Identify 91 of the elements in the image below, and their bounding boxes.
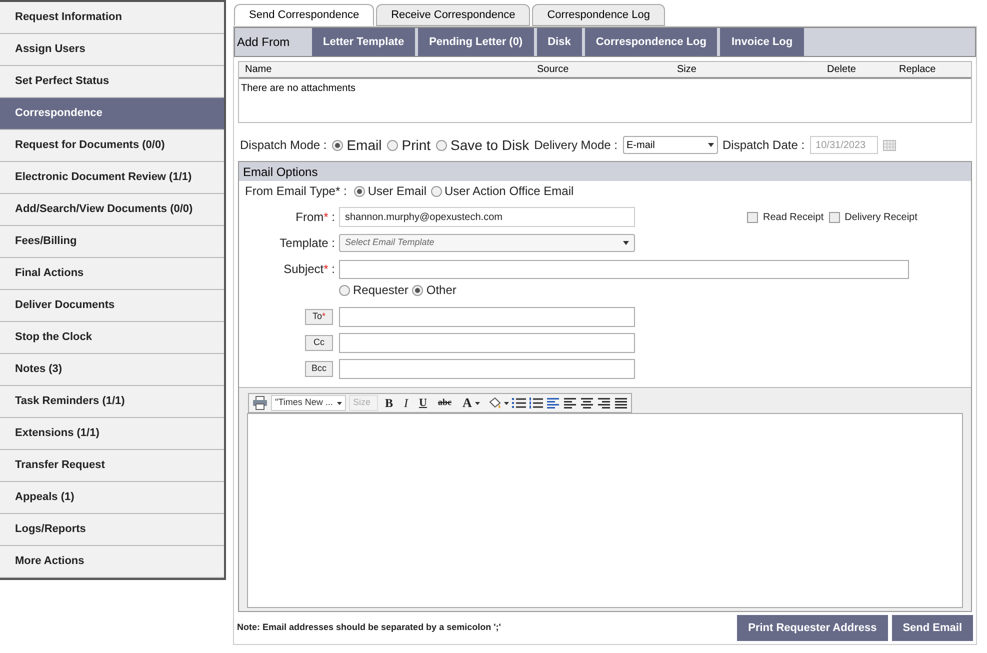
checkbox[interactable]: [828, 212, 840, 222]
empty-message: There are no attachments: [240, 82, 357, 96]
sidebar-item[interactable]: More Actions: [0, 546, 224, 578]
dispatch-mode-label: Dispatch Mode :: [240, 137, 327, 154]
strikethrough-button[interactable]: abc: [434, 394, 456, 412]
address-field[interactable]: [339, 307, 635, 327]
address-book-button[interactable]: Cc: [305, 335, 333, 351]
bullet-list-icon[interactable]: [512, 397, 526, 409]
sidebar-item[interactable]: Add/Search/View Documents (0/0): [0, 194, 224, 226]
sidebar-item[interactable]: Extensions (1/1): [0, 418, 224, 450]
bold-button[interactable]: B: [381, 394, 398, 412]
radio-label: User Email: [368, 183, 426, 200]
from-field[interactable]: shannon.murphy@opexustech.com: [339, 207, 635, 227]
dropdown-arrow-icon: [708, 143, 714, 147]
checkbox-label: Read Receipt: [763, 210, 824, 224]
address-book-button[interactable]: Bcc: [305, 361, 333, 377]
from-email-type-label: From Email Type* :: [245, 183, 347, 200]
template-label: Template :: [278, 235, 336, 252]
column-header: Replace: [898, 63, 937, 77]
tab[interactable]: Send Correspondence: [234, 4, 374, 26]
sidebar-item[interactable]: Notes (3): [0, 354, 224, 386]
sidebar-item[interactable]: Assign Users: [0, 34, 224, 66]
sidebar-item[interactable]: Task Reminders (1/1): [0, 386, 224, 418]
font-color-button[interactable]: A: [458, 394, 484, 412]
sidebar-item[interactable]: Logs/Reports: [0, 514, 224, 546]
align-left-icon[interactable]: [546, 397, 560, 409]
paint-bucket-icon[interactable]: [486, 396, 509, 410]
delivery-mode-select[interactable]: E-mail: [622, 136, 718, 154]
add-from-button[interactable]: Correspondence Log: [584, 28, 718, 56]
radio-label: Requester: [353, 282, 408, 299]
radio-label: User Action Office Email: [444, 183, 574, 200]
italic-button[interactable]: I: [400, 394, 412, 412]
radio-button[interactable]: [412, 284, 424, 296]
sidebar-item[interactable]: Fees/Billing: [0, 226, 224, 258]
note-text: Note: Email addresses should be separated by a semicolon ';': [237, 621, 501, 634]
radio-label: Print: [402, 136, 431, 154]
add-from-label: Add From: [236, 34, 291, 51]
font-select[interactable]: "Times New ...: [271, 395, 346, 411]
align-right-icon[interactable]: [596, 397, 611, 409]
sidebar-item[interactable]: Appeals (1): [0, 482, 224, 514]
sidebar-item[interactable]: Request Information: [0, 2, 224, 34]
radio-label: Save to Disk: [450, 136, 530, 154]
address-field[interactable]: [339, 333, 635, 353]
dropdown-arrow-icon: [623, 241, 629, 245]
tab[interactable]: Correspondence Log: [532, 4, 665, 26]
radio-button[interactable]: [332, 140, 343, 150]
sidebar-item[interactable]: Final Actions: [0, 258, 224, 290]
radio-button[interactable]: [436, 140, 447, 150]
caret-icon: [474, 402, 480, 404]
add-from-button[interactable]: Letter Template: [312, 28, 416, 56]
numbered-list-icon[interactable]: [528, 397, 543, 409]
column-header: Name: [244, 63, 273, 77]
radio-label: Other: [426, 282, 456, 299]
address-field[interactable]: [339, 359, 635, 379]
align-left-icon[interactable]: [562, 397, 577, 409]
dropdown-arrow-icon: [337, 402, 342, 404]
sidebar-item[interactable]: Request for Documents (0/0): [0, 130, 224, 162]
subject-field[interactable]: [339, 260, 909, 278]
subject-label: Subject* :: [282, 261, 336, 278]
radio-button[interactable]: [386, 140, 398, 150]
checkbox-label: Delivery Receipt: [844, 210, 918, 224]
align-center-icon[interactable]: [580, 397, 594, 409]
add-from-button[interactable]: Disk: [536, 28, 582, 56]
column-header: Size: [677, 63, 698, 77]
template-select[interactable]: Select Email Template: [339, 234, 635, 252]
sidebar-item[interactable]: Correspondence: [0, 98, 224, 130]
dispatch-date-label: Dispatch Date :: [722, 137, 805, 154]
action-button[interactable]: Send Email: [892, 615, 973, 641]
sidebar-item[interactable]: Deliver Documents: [0, 290, 224, 322]
delivery-mode-label: Delivery Mode :: [534, 137, 618, 154]
add-from-button[interactable]: Invoice Log: [720, 28, 804, 56]
sidebar-item[interactable]: Electronic Document Review (1/1): [0, 162, 224, 194]
action-button[interactable]: Print Requester Address: [737, 615, 888, 641]
column-header: Source: [537, 63, 570, 77]
underline-button[interactable]: U: [415, 394, 431, 412]
column-header: Delete: [826, 63, 857, 77]
address-book-button[interactable]: To*: [305, 309, 333, 325]
justify-icon[interactable]: [614, 397, 628, 409]
tab[interactable]: Receive Correspondence: [376, 4, 530, 26]
printer-icon[interactable]: [252, 396, 268, 410]
checkbox[interactable]: [747, 212, 758, 222]
radio-label: Email: [346, 136, 382, 154]
radio-button[interactable]: [339, 284, 350, 296]
from-label: From* :: [294, 209, 336, 226]
sidebar-item[interactable]: Stop the Clock: [0, 322, 224, 354]
add-from-button[interactable]: Pending Letter (0): [418, 28, 534, 56]
sidebar-item[interactable]: Transfer Request: [0, 450, 224, 482]
email-options-title: Email Options: [239, 162, 971, 181]
radio-button[interactable]: [354, 186, 365, 196]
sidebar-item[interactable]: Set Perfect Status: [0, 66, 224, 98]
radio-button[interactable]: [430, 186, 442, 196]
